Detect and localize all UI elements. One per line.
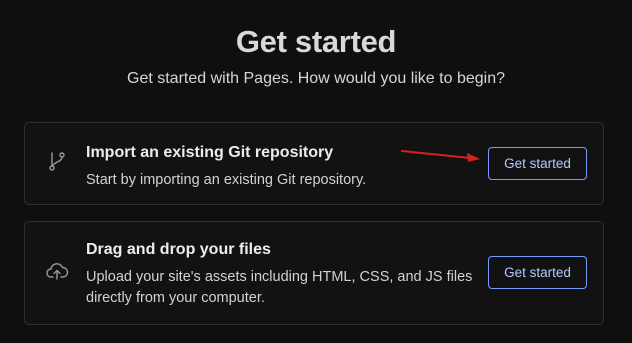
drag-drop-option-card: Drag and drop your files Upload your sit… xyxy=(24,221,604,325)
drag-drop-title: Drag and drop your files xyxy=(86,241,271,258)
import-git-get-started-button[interactable]: Get started xyxy=(488,147,587,180)
import-git-title: Import an existing Git repository xyxy=(86,144,334,161)
import-git-option-card: Import an existing Git repository Start … xyxy=(24,122,604,205)
git-branch-icon xyxy=(45,149,69,173)
get-started-page: Get started Get started with Pages. How … xyxy=(0,0,632,343)
cloud-upload-icon xyxy=(45,259,69,283)
page-title: Get started xyxy=(235,24,397,59)
drag-drop-get-started-button[interactable]: Get started xyxy=(488,256,587,289)
red-arrow-icon xyxy=(401,150,480,162)
import-git-description: Start by importing an existing Git repos… xyxy=(86,172,367,188)
drag-drop-description: Upload your site's assets including HTML… xyxy=(86,269,473,306)
page-subtitle: Get started with Pages. How would you li… xyxy=(127,70,505,87)
